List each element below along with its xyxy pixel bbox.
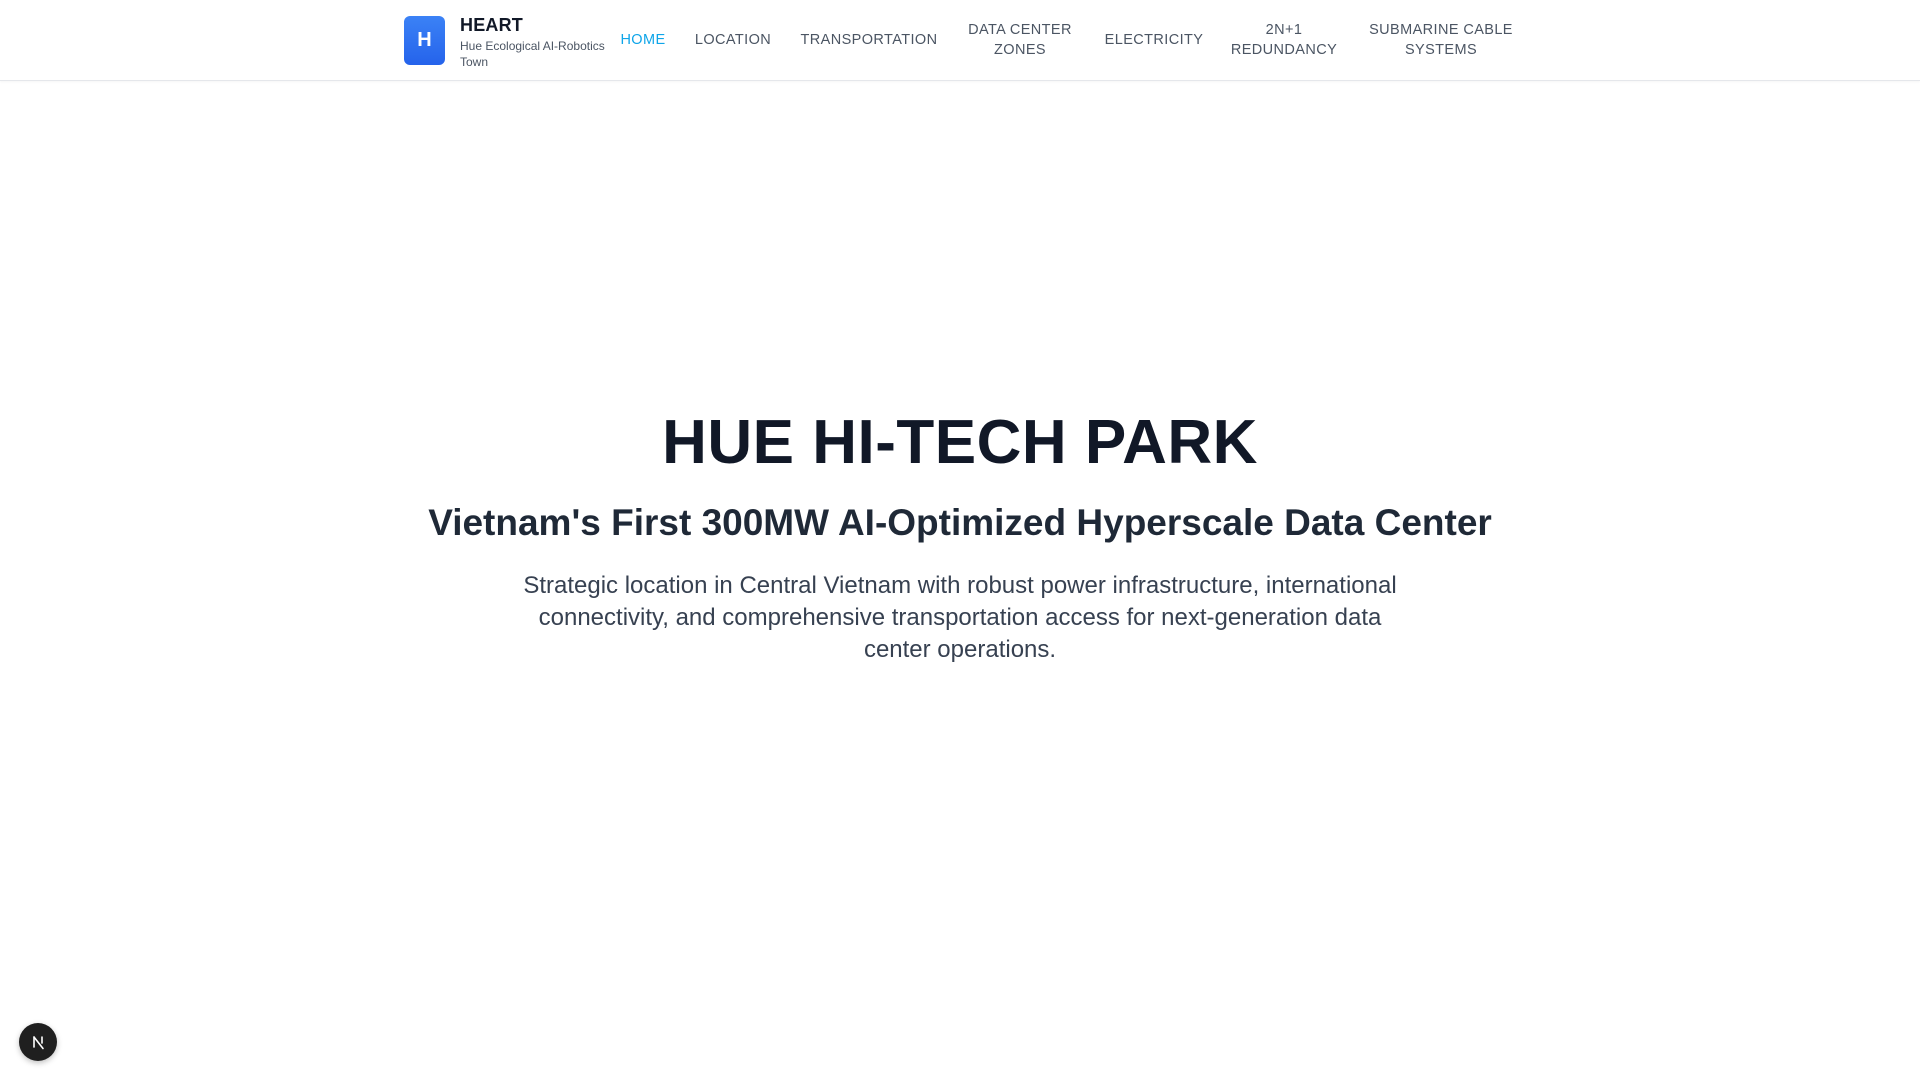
nav-item-submarine-cable-systems[interactable]: SUBMARINE CABLE SYSTEMS xyxy=(1362,0,1520,80)
nav-item-transportation[interactable]: TRANSPORTATION xyxy=(798,0,940,80)
nav-item-2n1-redundancy[interactable]: 2N+1 REDUNDANCY xyxy=(1228,0,1340,80)
hero-subtitle: Vietnam's First 300MW AI-Optimized Hyper… xyxy=(428,502,1492,543)
nav-item-electricity[interactable]: ELECTRICITY xyxy=(1100,0,1208,80)
hero-description: Strategic location in Central Vietnam wi… xyxy=(523,572,1397,663)
main-nav: HOME LOCATION TRANSPORTATION DATA CENTER… xyxy=(0,0,1920,80)
nav-item-location[interactable]: LOCATION xyxy=(692,0,774,80)
nav-item-home[interactable]: HOME xyxy=(616,0,670,80)
hero-section: HUE HI-TECH PARK Vietnam's First 300MW A… xyxy=(0,81,1920,1080)
top-navigation-bar: H HEART Hue Ecological AI-Robotics Town … xyxy=(0,0,1920,81)
nav-item-data-center-zones[interactable]: DATA CENTER ZONES xyxy=(962,0,1078,80)
nextjs-logo-icon xyxy=(33,1036,44,1050)
dev-tools-button[interactable] xyxy=(19,1023,57,1061)
hero-title: HUE HI-TECH PARK xyxy=(662,408,1258,477)
